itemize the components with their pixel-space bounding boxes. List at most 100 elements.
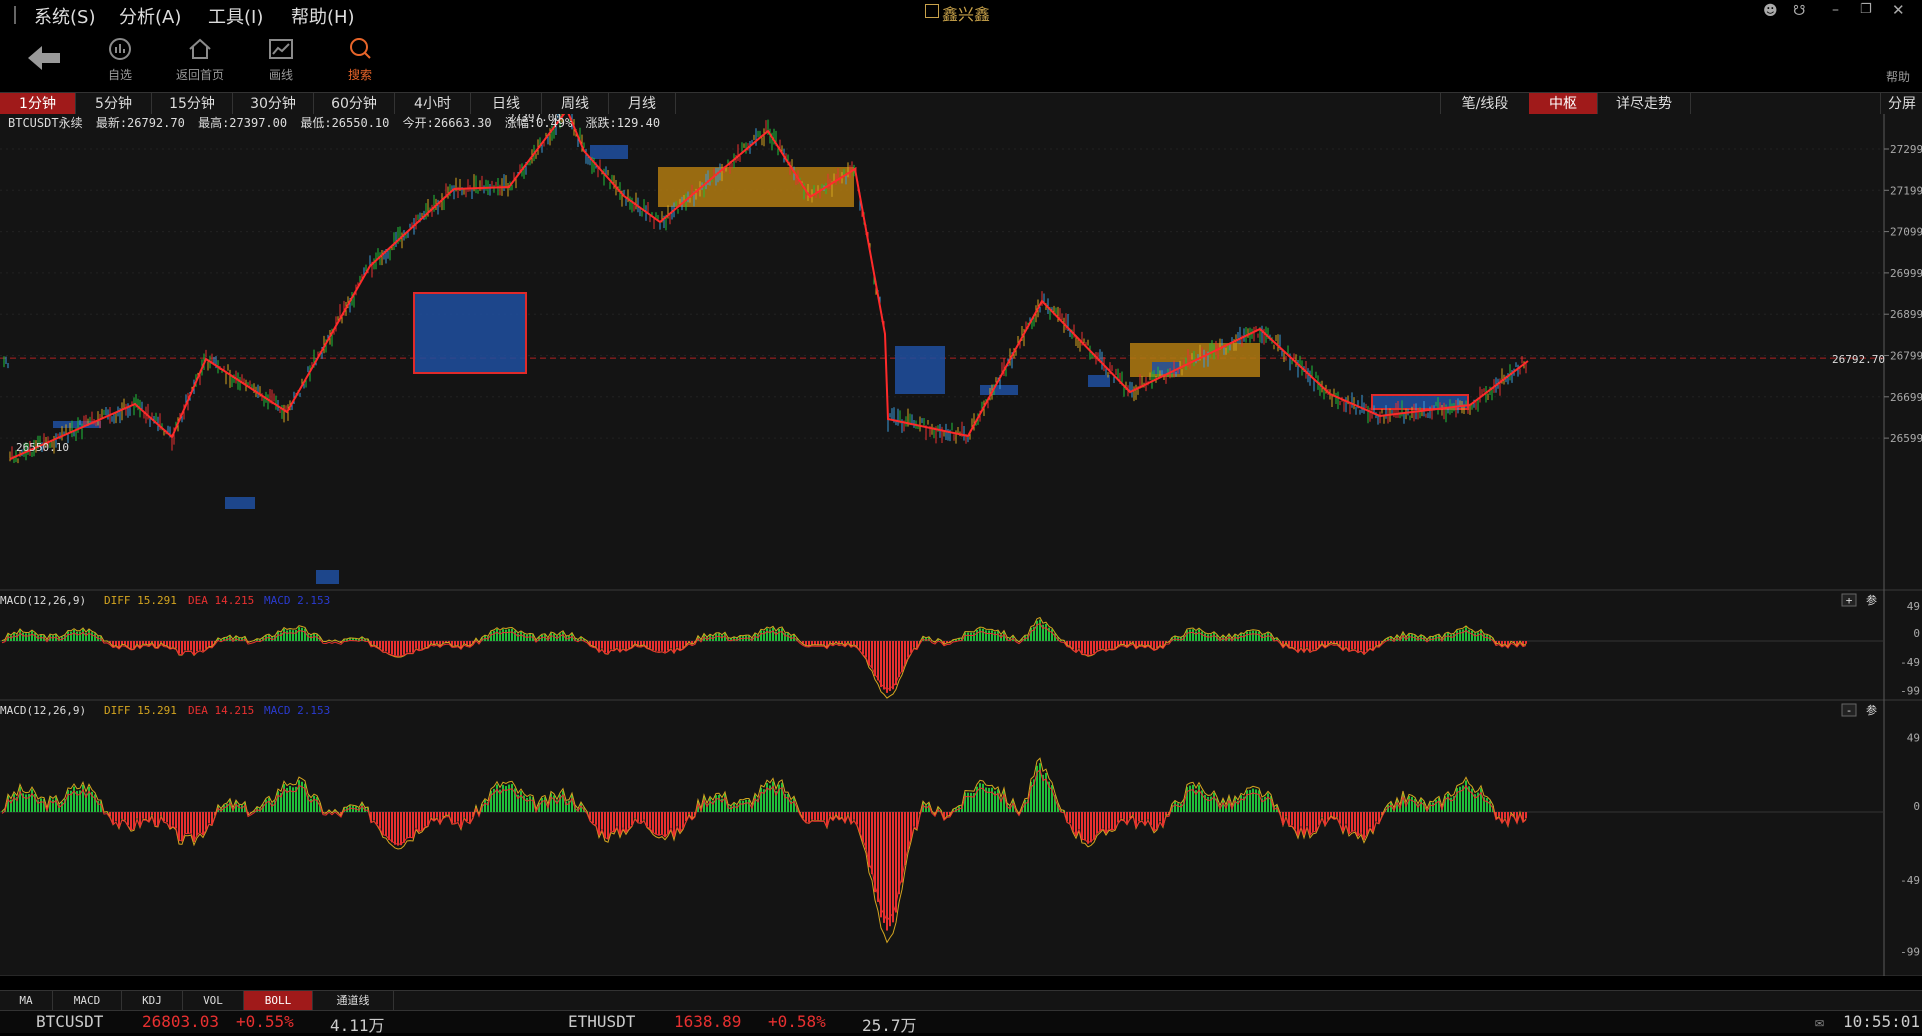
minimize-icon[interactable]: – bbox=[1832, 2, 1839, 18]
back-button[interactable] bbox=[26, 44, 66, 74]
restore-icon[interactable]: ❐ bbox=[1860, 2, 1872, 17]
price-info-line: BTCUSDT永续 最新:26792.70 最高:27397.00 最低:265… bbox=[8, 114, 660, 131]
btc-price: 26803.03 bbox=[142, 1012, 220, 1031]
drawing-button[interactable]: 画线 bbox=[246, 36, 316, 83]
tab-30min[interactable]: 30分钟 bbox=[233, 93, 314, 115]
menu-bar: 系统(S) 分析(A) 工具(I) 帮助(H) 鑫兴鑫 ☻ ☋ – ❐ ✕ bbox=[0, 0, 1922, 30]
tab-detailed-trend[interactable]: 详尽走势 bbox=[1598, 93, 1691, 115]
macd-value-upper: MACD 2.153 bbox=[264, 594, 330, 607]
app-title: 鑫兴鑫 bbox=[942, 5, 991, 24]
macd-upper-toggle-label: + bbox=[1846, 594, 1853, 607]
price-tick-label: 27299 bbox=[1890, 143, 1922, 156]
current-price-label: 26792.70 bbox=[1832, 353, 1885, 366]
macd-title-lower: MACD(12,26,9) bbox=[0, 704, 86, 717]
tab-boll[interactable]: BOLL bbox=[244, 991, 313, 1011]
tab-stroke-segment[interactable]: 笔/线段 bbox=[1440, 93, 1530, 115]
macd-value-lower: MACD 2.153 bbox=[264, 704, 330, 717]
app-logo-icon bbox=[925, 4, 939, 18]
macd-dea-lower: DEA 14.215 bbox=[188, 704, 254, 717]
macd-diff-upper: DIFF 15.291 bbox=[104, 594, 177, 607]
high-price: 最高:27397.00 bbox=[198, 116, 288, 130]
tab-pivot[interactable]: 中枢 bbox=[1529, 93, 1598, 115]
menu-system[interactable]: 系统(S) bbox=[34, 3, 95, 29]
period-tab-bar: 1分钟 5分钟 15分钟 30分钟 60分钟 4小时 日线 周线 月线 笔/线段… bbox=[0, 92, 1922, 116]
close-icon[interactable]: ✕ bbox=[1892, 1, 1905, 19]
indicator-tab-bar: MA MACD KDJ VOL BOLL 通道线 bbox=[0, 990, 1922, 1011]
macd-dea-line bbox=[1, 769, 1527, 922]
tab-60min[interactable]: 60分钟 bbox=[314, 93, 395, 115]
btc-symbol[interactable]: BTCUSDT bbox=[36, 1012, 103, 1031]
price-tick-label: 27199 bbox=[1890, 184, 1922, 197]
home-label: 返回首页 bbox=[175, 68, 224, 82]
home-button[interactable]: 返回首页 bbox=[165, 36, 235, 83]
drawing-icon bbox=[269, 39, 293, 59]
macd-diff-line bbox=[1, 616, 1527, 699]
mail-icon[interactable]: ✉ bbox=[1815, 1013, 1824, 1031]
low-price: 最低:26550.10 bbox=[300, 116, 390, 130]
tab-ma[interactable]: MA bbox=[0, 991, 53, 1011]
menu-help[interactable]: 帮助(H) bbox=[291, 3, 355, 29]
macd-dea-line bbox=[1, 623, 1527, 691]
tab-kdj[interactable]: KDJ bbox=[122, 991, 183, 1011]
skin-icon[interactable]: ☋ bbox=[1793, 3, 1805, 19]
tab-vol[interactable]: VOL bbox=[183, 991, 244, 1011]
eth-symbol[interactable]: ETHUSDT bbox=[568, 1012, 635, 1031]
low-label: 26550.10 bbox=[16, 441, 69, 454]
macd-axis-label-upper: 0 bbox=[1913, 627, 1920, 640]
tab-channel[interactable]: 通道线 bbox=[313, 991, 394, 1011]
watchlist-label: 自选 bbox=[107, 68, 132, 82]
macd-lower-param-label: 参 bbox=[1866, 703, 1877, 717]
clock: 10:55:01 bbox=[1843, 1012, 1921, 1031]
watchlist-button[interactable]: 自选 bbox=[85, 36, 155, 83]
user-icon[interactable]: ☻ bbox=[1763, 3, 1778, 19]
macd-axis-label-lower: -99 bbox=[1900, 945, 1920, 958]
tab-daily[interactable]: 日线 bbox=[471, 93, 542, 115]
macd-upper-param-label: 参 bbox=[1866, 593, 1877, 607]
split-screen-button[interactable]: 分屏 bbox=[1880, 93, 1922, 115]
pivot-zone bbox=[316, 570, 339, 584]
price-tick-label: 26899 bbox=[1890, 308, 1922, 321]
open-price: 今开:26663.30 bbox=[402, 116, 492, 130]
drawing-label: 画线 bbox=[268, 68, 293, 82]
pivot-zone bbox=[225, 497, 255, 509]
price-tick-label: 26799 bbox=[1890, 350, 1922, 363]
tab-4hour[interactable]: 4小时 bbox=[395, 93, 471, 115]
pivot-zone bbox=[590, 145, 628, 159]
tab-macd[interactable]: MACD bbox=[53, 991, 122, 1011]
search-button[interactable]: 搜索 bbox=[325, 36, 395, 83]
menu-tools[interactable]: 工具(I) bbox=[208, 3, 263, 29]
macd-lower-toggle-label: - bbox=[1846, 704, 1853, 717]
tab-monthly[interactable]: 月线 bbox=[609, 93, 676, 115]
eth-change: +0.58% bbox=[768, 1012, 826, 1031]
tab-5min[interactable]: 5分钟 bbox=[76, 93, 152, 115]
btc-volume: 4.11万 bbox=[330, 1016, 385, 1035]
macd-axis-label-lower: -49 bbox=[1900, 874, 1920, 887]
tab-15min[interactable]: 15分钟 bbox=[152, 93, 233, 115]
back-arrow-icon bbox=[28, 46, 60, 70]
macd-title-upper: MACD(12,26,9) bbox=[0, 594, 86, 607]
macd-axis-label-upper: -99 bbox=[1900, 684, 1920, 697]
symbol-label: BTCUSDT永续 bbox=[8, 116, 83, 130]
price-tick-label: 26999 bbox=[1890, 267, 1922, 280]
toolbar: 自选 返回首页 画线 搜索 帮助 bbox=[0, 30, 1922, 92]
chart-canvas[interactable]: 27299 27199 27099 26999 26899 26799 26699 26599… bbox=[0, 114, 1922, 976]
eth-volume: 25.7万 bbox=[862, 1016, 917, 1035]
menu-analysis[interactable]: 分析(A) bbox=[119, 3, 181, 29]
price-tick-label: 26699 bbox=[1890, 391, 1922, 404]
help-button[interactable]: 帮助 bbox=[1886, 68, 1910, 85]
pivot-zone bbox=[413, 292, 527, 374]
window-grip bbox=[14, 6, 16, 24]
latest-price: 最新:26792.70 bbox=[95, 116, 185, 130]
search-icon bbox=[350, 38, 371, 59]
macd-axis-label-lower: 49 bbox=[1907, 732, 1920, 745]
macd-axis-label-lower: 0 bbox=[1913, 800, 1920, 813]
chart-area[interactable]: 27299 27199 27099 26999 26899 26799 26699 26599… bbox=[0, 114, 1922, 976]
search-label: 搜索 bbox=[347, 68, 372, 82]
macd-dea-upper: DEA 14.215 bbox=[188, 594, 254, 607]
watchlist-icon bbox=[109, 38, 131, 60]
tab-weekly[interactable]: 周线 bbox=[542, 93, 609, 115]
macd-diff-line bbox=[1, 757, 1527, 944]
stroke-polyline bbox=[9, 114, 1529, 460]
change-pct: 涨幅:0.49% bbox=[504, 116, 573, 130]
tab-1min[interactable]: 1分钟 bbox=[0, 93, 76, 115]
